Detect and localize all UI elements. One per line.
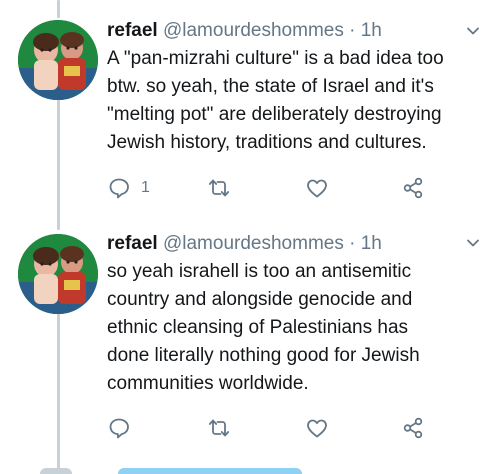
next-avatar-edge bbox=[40, 468, 72, 474]
tweet-text-line: communities worldwide. bbox=[107, 373, 309, 394]
tweet-text-line: done literally nothing good for Jewish bbox=[107, 345, 420, 366]
tweet-actions: 1 bbox=[107, 175, 437, 201]
retweet-button[interactable] bbox=[207, 175, 231, 201]
tweet-menu-button[interactable] bbox=[466, 236, 480, 250]
retweet-icon bbox=[208, 179, 230, 197]
like-button[interactable] bbox=[305, 415, 329, 441]
tweet[interactable]: refael @lamourdeshommes · 1h A "pan-mizr… bbox=[0, 0, 500, 222]
avatar[interactable] bbox=[18, 234, 98, 314]
reply-count: 1 bbox=[141, 179, 150, 196]
next-item-edge bbox=[118, 468, 302, 474]
like-button[interactable] bbox=[305, 175, 329, 201]
chevron-down-icon bbox=[467, 27, 479, 35]
like-icon bbox=[307, 419, 327, 438]
share-button[interactable] bbox=[401, 415, 425, 441]
timestamp[interactable]: 1h bbox=[361, 20, 382, 41]
username[interactable]: @lamourdeshommes bbox=[163, 233, 344, 254]
tweet-text: so yeah israhell is too an antisemitic c… bbox=[107, 258, 487, 398]
separator: · bbox=[349, 20, 356, 41]
retweet-button[interactable] bbox=[207, 415, 231, 441]
username[interactable]: @lamourdeshommes bbox=[163, 20, 344, 41]
tweet-text-line: Jewish history, traditions and cultures. bbox=[107, 132, 427, 153]
share-icon bbox=[403, 177, 423, 199]
tweet-text-line: so yeah israhell is too an antisemitic bbox=[107, 261, 412, 282]
tweet-menu-button[interactable] bbox=[466, 24, 480, 38]
avatar-image bbox=[18, 20, 98, 100]
display-name[interactable]: refael bbox=[107, 20, 158, 41]
reply-icon bbox=[109, 418, 129, 439]
tweet-text-line: country and alongside genocide and bbox=[107, 289, 413, 310]
share-icon bbox=[403, 417, 423, 439]
tweet-text-line: A "pan-mizrahi culture" is a bad idea to… bbox=[107, 48, 444, 69]
tweet-text-line: "melting pot" are deliberately destroyin… bbox=[107, 104, 442, 125]
tweet-actions bbox=[107, 415, 437, 441]
reply-button[interactable]: 1 bbox=[107, 175, 150, 201]
tweet-text-line: ethnic cleansing of Palestinians has bbox=[107, 317, 409, 338]
separator: · bbox=[349, 233, 356, 254]
reply-button[interactable] bbox=[107, 415, 141, 441]
display-name[interactable]: refael bbox=[107, 233, 158, 254]
retweet-icon bbox=[208, 419, 230, 437]
avatar[interactable] bbox=[18, 20, 98, 100]
timestamp[interactable]: 1h bbox=[361, 233, 382, 254]
tweet-text: A "pan-mizrahi culture" is a bad idea to… bbox=[107, 45, 487, 157]
like-icon bbox=[307, 179, 327, 198]
tweet-header: refael @lamourdeshommes · 1h bbox=[107, 19, 382, 43]
share-button[interactable] bbox=[401, 175, 425, 201]
tweet-text-line: btw. so yeah, the state of Israel and it… bbox=[107, 76, 434, 97]
reply-icon bbox=[109, 178, 129, 199]
tweet[interactable]: refael @lamourdeshommes · 1h so yeah isr… bbox=[0, 222, 500, 452]
avatar-image bbox=[18, 234, 98, 314]
chevron-down-icon bbox=[467, 239, 479, 247]
tweet-header: refael @lamourdeshommes · 1h bbox=[107, 232, 382, 256]
